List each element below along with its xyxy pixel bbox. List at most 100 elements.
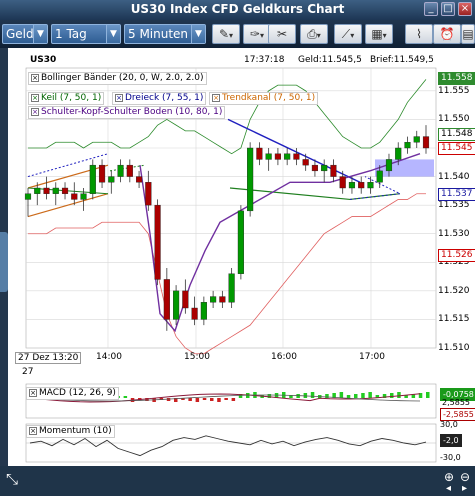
close-icon[interactable]: × bbox=[29, 389, 37, 397]
time-tick: 17:00 bbox=[359, 352, 385, 362]
candle-body bbox=[24, 193, 32, 200]
momentum-axis-tick: 30,0 bbox=[440, 420, 458, 429]
price-tag-ask: 11.548 bbox=[438, 128, 475, 141]
candle-body bbox=[228, 273, 235, 303]
close-icon[interactable]: × bbox=[29, 427, 37, 435]
candle-body bbox=[61, 187, 69, 194]
candle-body bbox=[413, 136, 420, 143]
price-tag-triangle: 11.537 bbox=[438, 188, 475, 201]
candle-body bbox=[34, 187, 41, 194]
price-tag-bid: 11.545 bbox=[438, 142, 475, 155]
price-axis-tick: 11.555 bbox=[437, 85, 471, 96]
indicator-macd[interactable]: × MACD (12, 26, 9) bbox=[26, 387, 119, 400]
candle-body bbox=[71, 193, 78, 200]
candle-body bbox=[136, 176, 143, 183]
indicator-head-shoulders[interactable]: × Schulter-Kopf-Schulter Boden (10, 80, 1… bbox=[28, 106, 226, 119]
candle-body bbox=[358, 182, 365, 189]
macd-axis-tick: 2,5855 bbox=[442, 398, 470, 407]
macd-histogram-bar bbox=[188, 398, 192, 401]
candle-body bbox=[422, 136, 430, 149]
candle-body bbox=[237, 210, 244, 274]
candle-body bbox=[348, 182, 356, 189]
macd-histogram-bar bbox=[361, 393, 365, 398]
macd-histogram-bar bbox=[224, 398, 228, 400]
date-label: 27 Dez 13:20 bbox=[15, 352, 82, 364]
candle-body bbox=[247, 147, 254, 212]
close-icon[interactable]: × bbox=[31, 94, 39, 102]
macd-histogram-bar bbox=[231, 398, 236, 401]
candle-body bbox=[404, 142, 411, 149]
macd-histogram-bar bbox=[195, 398, 200, 402]
candle-body bbox=[182, 290, 189, 309]
candle-body bbox=[200, 302, 207, 320]
candle-body bbox=[191, 307, 198, 320]
candle-body bbox=[154, 204, 161, 280]
macd-histogram-bar bbox=[310, 392, 315, 398]
price-axis-tick: 11.510 bbox=[437, 343, 471, 353]
candle-body bbox=[265, 153, 272, 160]
macd-histogram-bar bbox=[202, 398, 207, 400]
candle-body bbox=[284, 153, 291, 160]
close-icon[interactable]: × bbox=[31, 74, 39, 82]
candle-body bbox=[395, 147, 402, 160]
candle-body bbox=[330, 164, 337, 177]
candle-body bbox=[52, 187, 59, 194]
candle-body bbox=[145, 182, 152, 206]
candle-body bbox=[219, 296, 226, 303]
candle-body bbox=[321, 164, 328, 172]
candle-body bbox=[163, 279, 170, 320]
candle-body bbox=[210, 296, 217, 303]
momentum-value-tag: -2,0 bbox=[440, 434, 462, 447]
candle-body bbox=[385, 159, 393, 172]
expand-icon[interactable]: ⤡ bbox=[6, 470, 18, 488]
zoom-in-icon[interactable]: ⊕ bbox=[444, 470, 454, 484]
macd-histogram-bar bbox=[354, 394, 358, 398]
candle-body bbox=[89, 164, 96, 194]
highlight-zone bbox=[375, 159, 434, 177]
candle-body bbox=[80, 193, 87, 200]
scroll-right-icon[interactable]: ▸ bbox=[462, 483, 467, 494]
indicator-trend-channel[interactable]: × Trendkanal (7, 50, 1) bbox=[209, 92, 319, 105]
price-axis-tick: 11.550 bbox=[437, 114, 471, 125]
bid-label: Geld:11.545,5 bbox=[298, 55, 362, 65]
candle-body bbox=[367, 182, 374, 189]
macd-histogram-bar bbox=[397, 392, 401, 398]
price-tag-bollinger-lower: 11.526 bbox=[438, 249, 475, 262]
indicator-wedge[interactable]: × Keil (7, 50, 1) bbox=[28, 92, 105, 105]
macd-histogram-bar bbox=[426, 392, 430, 398]
candle-body bbox=[108, 176, 115, 183]
macd-histogram-bar bbox=[210, 398, 214, 401]
candle-body bbox=[293, 153, 300, 160]
momentum-axis-tick: -30,0 bbox=[440, 453, 461, 462]
time-tick: 14:00 bbox=[96, 352, 122, 362]
macd-histogram-bar bbox=[339, 392, 344, 398]
price-axis-tick: 11.520 bbox=[437, 285, 471, 296]
price-tag-bollinger-upper: 11.558 bbox=[438, 72, 475, 85]
close-icon[interactable]: × bbox=[31, 108, 39, 116]
candle-body bbox=[98, 164, 106, 183]
candle-body bbox=[43, 187, 50, 194]
ask-label: Brief:11.549,5 bbox=[370, 55, 434, 65]
macd-histogram-bar bbox=[346, 395, 351, 398]
macd-histogram-bar bbox=[123, 396, 128, 398]
status-bar: ⤡ ⊕ ⊖ ◂ ▸ bbox=[0, 466, 475, 496]
indicator-bollinger[interactable]: × Bollinger Bänder (20, 0, W, 2.0, 2.0) bbox=[28, 72, 207, 85]
candle-body bbox=[376, 170, 383, 183]
zoom-out-icon[interactable]: ⊖ bbox=[460, 470, 470, 484]
price-axis-tick: 11.515 bbox=[437, 314, 471, 325]
indicator-momentum[interactable]: × Momentum (10) bbox=[26, 425, 115, 438]
time-tick: 16:00 bbox=[271, 352, 297, 362]
candle-body bbox=[311, 164, 318, 172]
indicator-triangle[interactable]: × Dreieck (7, 55, 1) bbox=[112, 92, 207, 105]
time-tick: 15:00 bbox=[184, 352, 210, 362]
candle-body bbox=[274, 153, 281, 160]
close-icon[interactable]: × bbox=[212, 94, 220, 102]
candle-body bbox=[173, 290, 180, 320]
time-label: 17:37:18 bbox=[244, 55, 285, 65]
price-axis-tick: 11.540 bbox=[437, 171, 471, 182]
price-axis-tick: 11.530 bbox=[437, 228, 471, 239]
close-icon[interactable]: × bbox=[115, 94, 123, 102]
candle-body bbox=[302, 159, 309, 166]
macd-histogram-bar bbox=[390, 393, 394, 398]
scroll-left-icon[interactable]: ◂ bbox=[446, 483, 451, 494]
